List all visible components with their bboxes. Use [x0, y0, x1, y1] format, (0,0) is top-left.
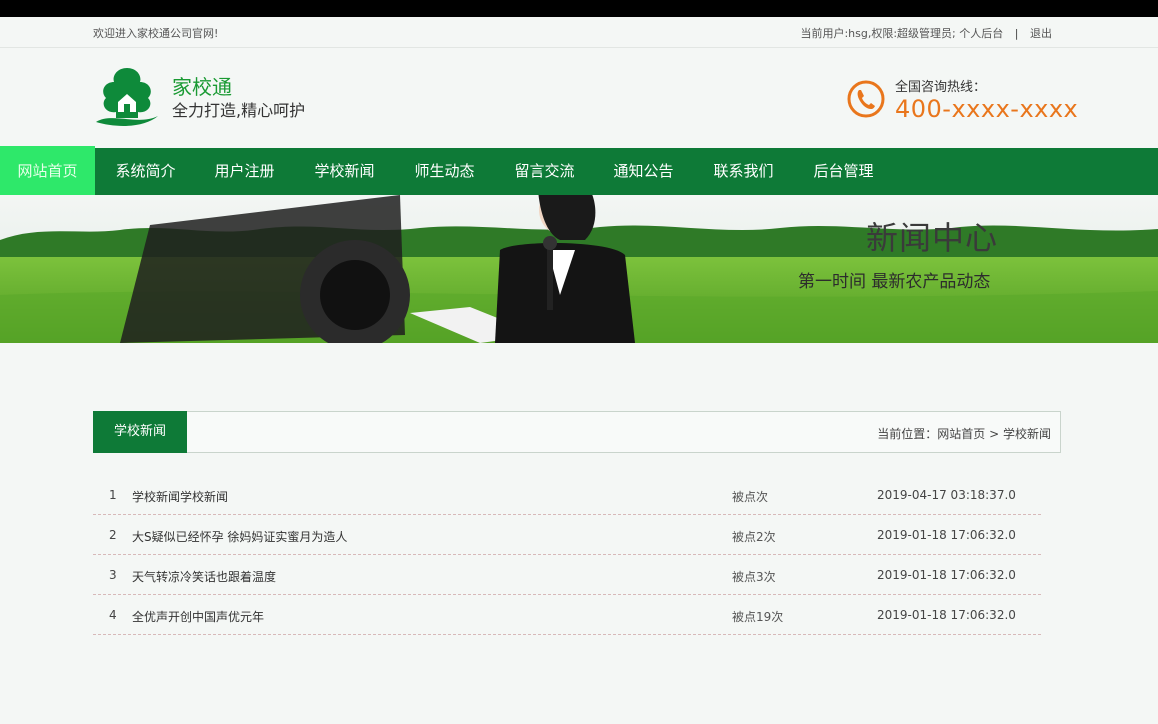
breadcrumb-prefix: 当前位置： [877, 427, 938, 441]
click-count: 被点2次 [732, 530, 776, 544]
news-list: 1 学校新闻学校新闻 被点次 2019-04-17 03:18:37.0 2 大… [93, 475, 1041, 635]
publish-date: 2019-01-18 17:06:32.0 [877, 568, 1016, 582]
banner-subtitle: 第一时间 最新农产品动态 [798, 272, 991, 292]
click-count: 被点19次 [732, 610, 784, 624]
separator: | [1014, 27, 1019, 40]
site-slogan: 全力打造,精心呵护 [172, 101, 306, 120]
list-item: 1 学校新闻学校新闻 被点次 2019-04-17 03:18:37.0 [93, 475, 1041, 515]
breadcrumb-home-link[interactable]: 网站首页 [937, 427, 985, 441]
item-index: 1 [109, 488, 117, 502]
hotline-label: 全国咨询热线： [895, 80, 987, 95]
list-item: 2 大S疑似已经怀孕 徐妈妈证实蜜月为造人 被点2次 2019-01-18 17… [93, 515, 1041, 555]
nav-item-teacher-student-news[interactable]: 师生动态 [396, 148, 493, 195]
news-title-link[interactable]: 天气转凉冷笑话也跟着温度 [132, 568, 276, 585]
phone-icon [847, 80, 885, 118]
breadcrumb: 当前位置：网站首页 > 学校新闻 [877, 425, 1051, 442]
top-info-bar: 欢迎进入家校通公司官网! 当前用户:hsg,权限:超级管理员; 个人后台 | 退… [0, 17, 1158, 48]
news-title-link[interactable]: 大S疑似已经怀孕 徐妈妈证实蜜月为造人 [132, 528, 347, 545]
banner-title: 新闻中心 [866, 219, 999, 257]
item-index: 3 [109, 568, 117, 582]
publish-date: 2019-04-17 03:18:37.0 [877, 488, 1016, 502]
site-name: 家校通 [172, 75, 232, 99]
list-item: 4 全优声开创中国声优元年 被点19次 2019-01-18 17:06:32.… [93, 595, 1041, 635]
nav-item-admin[interactable]: 后台管理 [795, 148, 892, 195]
click-count: 被点次 [732, 490, 769, 504]
breadcrumb-separator: > [989, 427, 1000, 441]
personal-backend-link[interactable]: 个人后台 [959, 27, 1003, 40]
nav-item-school-news[interactable]: 学校新闻 [296, 148, 393, 195]
tab-school-news[interactable]: 学校新闻 [93, 411, 187, 453]
item-index: 2 [109, 528, 117, 542]
screen-top-bar [0, 0, 1158, 17]
nav-item-user-register[interactable]: 用户注册 [196, 148, 293, 195]
logout-link[interactable]: 退出 [1030, 27, 1052, 40]
main-navigation: 网站首页 系统简介 用户注册 学校新闻 师生动态 留言交流 通知公告 联系我们 … [0, 146, 1158, 196]
news-title-link[interactable]: 学校新闻学校新闻 [132, 488, 228, 505]
news-banner: 新闻中心 第一时间 最新农产品动态 [0, 195, 1158, 343]
section-header: 学校新闻 当前位置：网站首页 > 学校新闻 [93, 411, 1061, 453]
nav-item-message-board[interactable]: 留言交流 [496, 148, 593, 195]
click-count: 被点3次 [732, 570, 776, 584]
nav-item-contact-us[interactable]: 联系我们 [695, 148, 792, 195]
item-index: 4 [109, 608, 117, 622]
nav-item-system-intro[interactable]: 系统简介 [97, 148, 194, 195]
nav-item-home[interactable]: 网站首页 [0, 146, 95, 196]
user-status: 当前用户:hsg,权限:超级管理员; 个人后台 | 退出 [800, 25, 1052, 41]
list-item: 3 天气转凉冷笑话也跟着温度 被点3次 2019-01-18 17:06:32.… [93, 555, 1041, 595]
publish-date: 2019-01-18 17:06:32.0 [877, 608, 1016, 622]
nav-item-notices[interactable]: 通知公告 [595, 148, 692, 195]
hotline-number: 400-xxxx-xxxx [895, 95, 1079, 123]
publish-date: 2019-01-18 17:06:32.0 [877, 528, 1016, 542]
welcome-text: 欢迎进入家校通公司官网! [93, 27, 219, 40]
breadcrumb-current: 学校新闻 [1002, 427, 1051, 441]
news-title-link[interactable]: 全优声开创中国声优元年 [132, 608, 264, 625]
house-tree-logo-icon[interactable] [92, 66, 162, 128]
site-header: 家校通 全力打造,精心呵护 全国咨询热线： 400-xxxx-xxxx [0, 48, 1158, 148]
current-user-info: 当前用户:hsg,权限:超级管理员; [800, 27, 956, 40]
